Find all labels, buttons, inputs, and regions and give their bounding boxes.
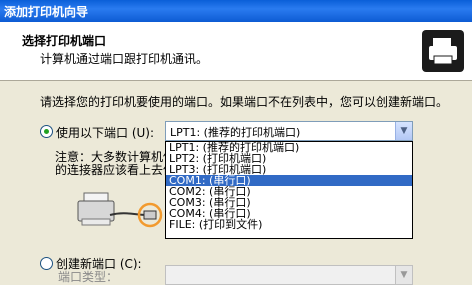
port-dropdown-list[interactable]: LPT1: (推荐的打印机端口) LPT2: (打印机端口) LPT3: (打印…: [165, 141, 413, 239]
port-combobox-value: LPT1: (推荐的打印机端口): [170, 126, 301, 139]
wizard-header: 选择打印机端口 计算机通过端口跟打印机通讯。: [0, 22, 472, 81]
window-title: 添加打印机向导: [4, 5, 89, 19]
chevron-down-icon[interactable]: ▼: [395, 122, 412, 140]
printer-cable-illustration: [77, 192, 163, 228]
page-subtitle: 计算机通过端口跟打印机通讯。: [40, 52, 209, 66]
printer-icon: [422, 30, 464, 72]
port-prompt: 请选择您的打印机要使用的端口。如果端口不在列表中，您可以创建新端口。: [40, 95, 449, 109]
chevron-down-icon[interactable]: ▼: [395, 266, 412, 284]
port-type-combobox[interactable]: ▼: [165, 265, 413, 285]
port-combobox[interactable]: LPT1: (推荐的打印机端口) ▼: [165, 121, 413, 141]
title-bar: 添加打印机向导: [0, 0, 472, 22]
use-port-label[interactable]: 使用以下端口 (U):: [56, 124, 154, 141]
note-line-2: 的连接器应该看上去像: [55, 163, 176, 177]
note-text: 注意：大多数计算机使 的连接器应该看上去像: [55, 151, 175, 177]
port-type-label: 端口类型：: [58, 270, 119, 284]
page-title: 选择打印机端口: [22, 34, 107, 48]
port-option-file[interactable]: FILE: (打印到文件): [166, 219, 412, 230]
use-port-radio[interactable]: [40, 125, 53, 138]
create-port-radio[interactable]: [40, 257, 53, 270]
